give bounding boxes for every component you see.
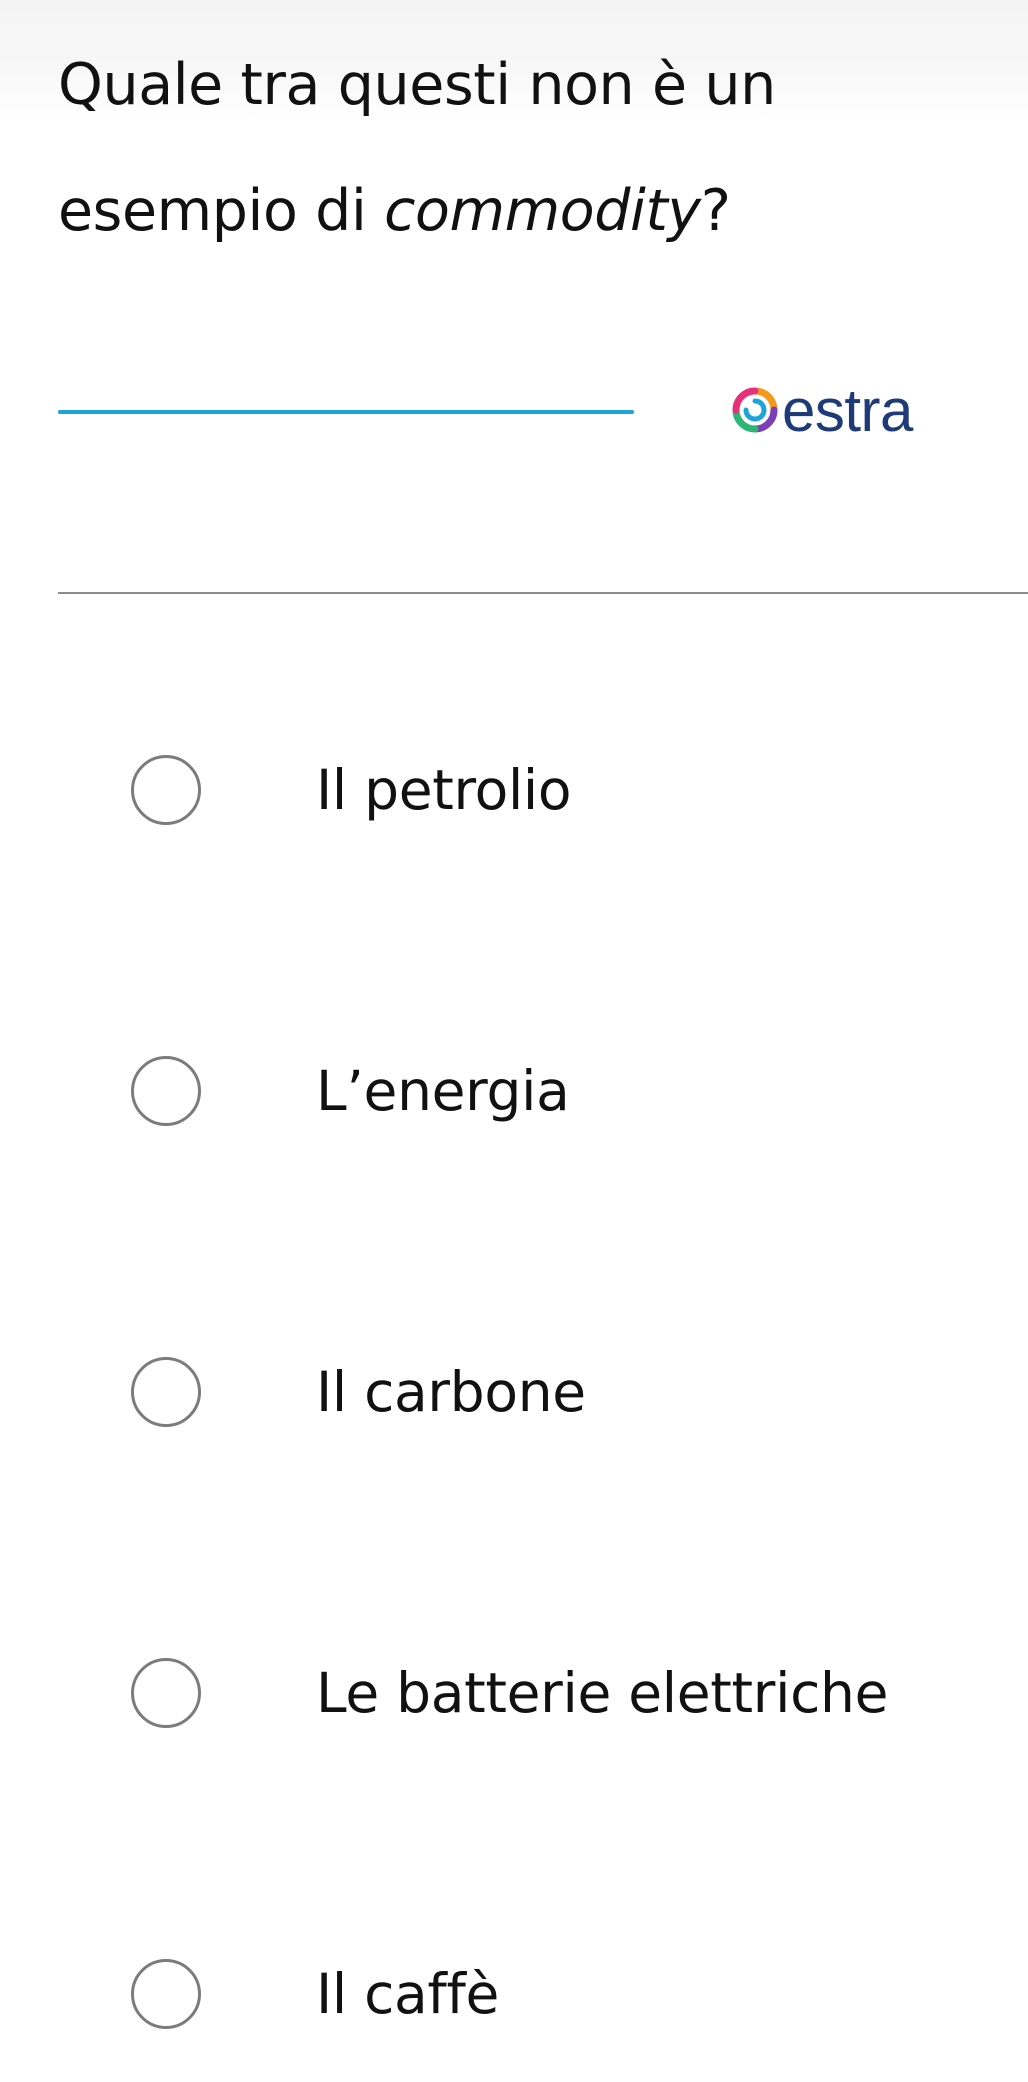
option-label: Le batterie elettriche	[316, 1661, 889, 1725]
radio-button[interactable]	[131, 1658, 201, 1728]
option-batterie-elettriche[interactable]: Le batterie elettriche	[0, 1633, 1028, 1753]
option-carbone[interactable]: Il carbone	[0, 1332, 1028, 1452]
question-text-after: ?	[700, 178, 731, 244]
question-emphasis: commodity	[384, 178, 701, 244]
estra-swirl-icon	[732, 387, 778, 433]
radio-button[interactable]	[131, 1959, 201, 2029]
option-label: Il carbone	[316, 1360, 586, 1424]
option-label: Il petrolio	[316, 758, 572, 822]
radio-button[interactable]	[131, 1056, 201, 1126]
option-petrolio[interactable]: Il petrolio	[0, 730, 1028, 850]
option-label: Il caffè	[316, 1962, 500, 2026]
brand-logo: estra	[730, 372, 1000, 448]
option-label: L’energia	[316, 1059, 570, 1123]
question-text: Quale tra questi non è un esempio di com…	[58, 22, 998, 274]
brand-accent-line	[58, 410, 634, 414]
radio-button[interactable]	[131, 755, 201, 825]
option-energia[interactable]: L’energia	[0, 1031, 1028, 1151]
brand-name: estra	[782, 376, 913, 444]
option-caffe[interactable]: Il caffè	[0, 1934, 1028, 2054]
radio-button[interactable]	[131, 1357, 201, 1427]
section-divider	[58, 592, 1028, 594]
